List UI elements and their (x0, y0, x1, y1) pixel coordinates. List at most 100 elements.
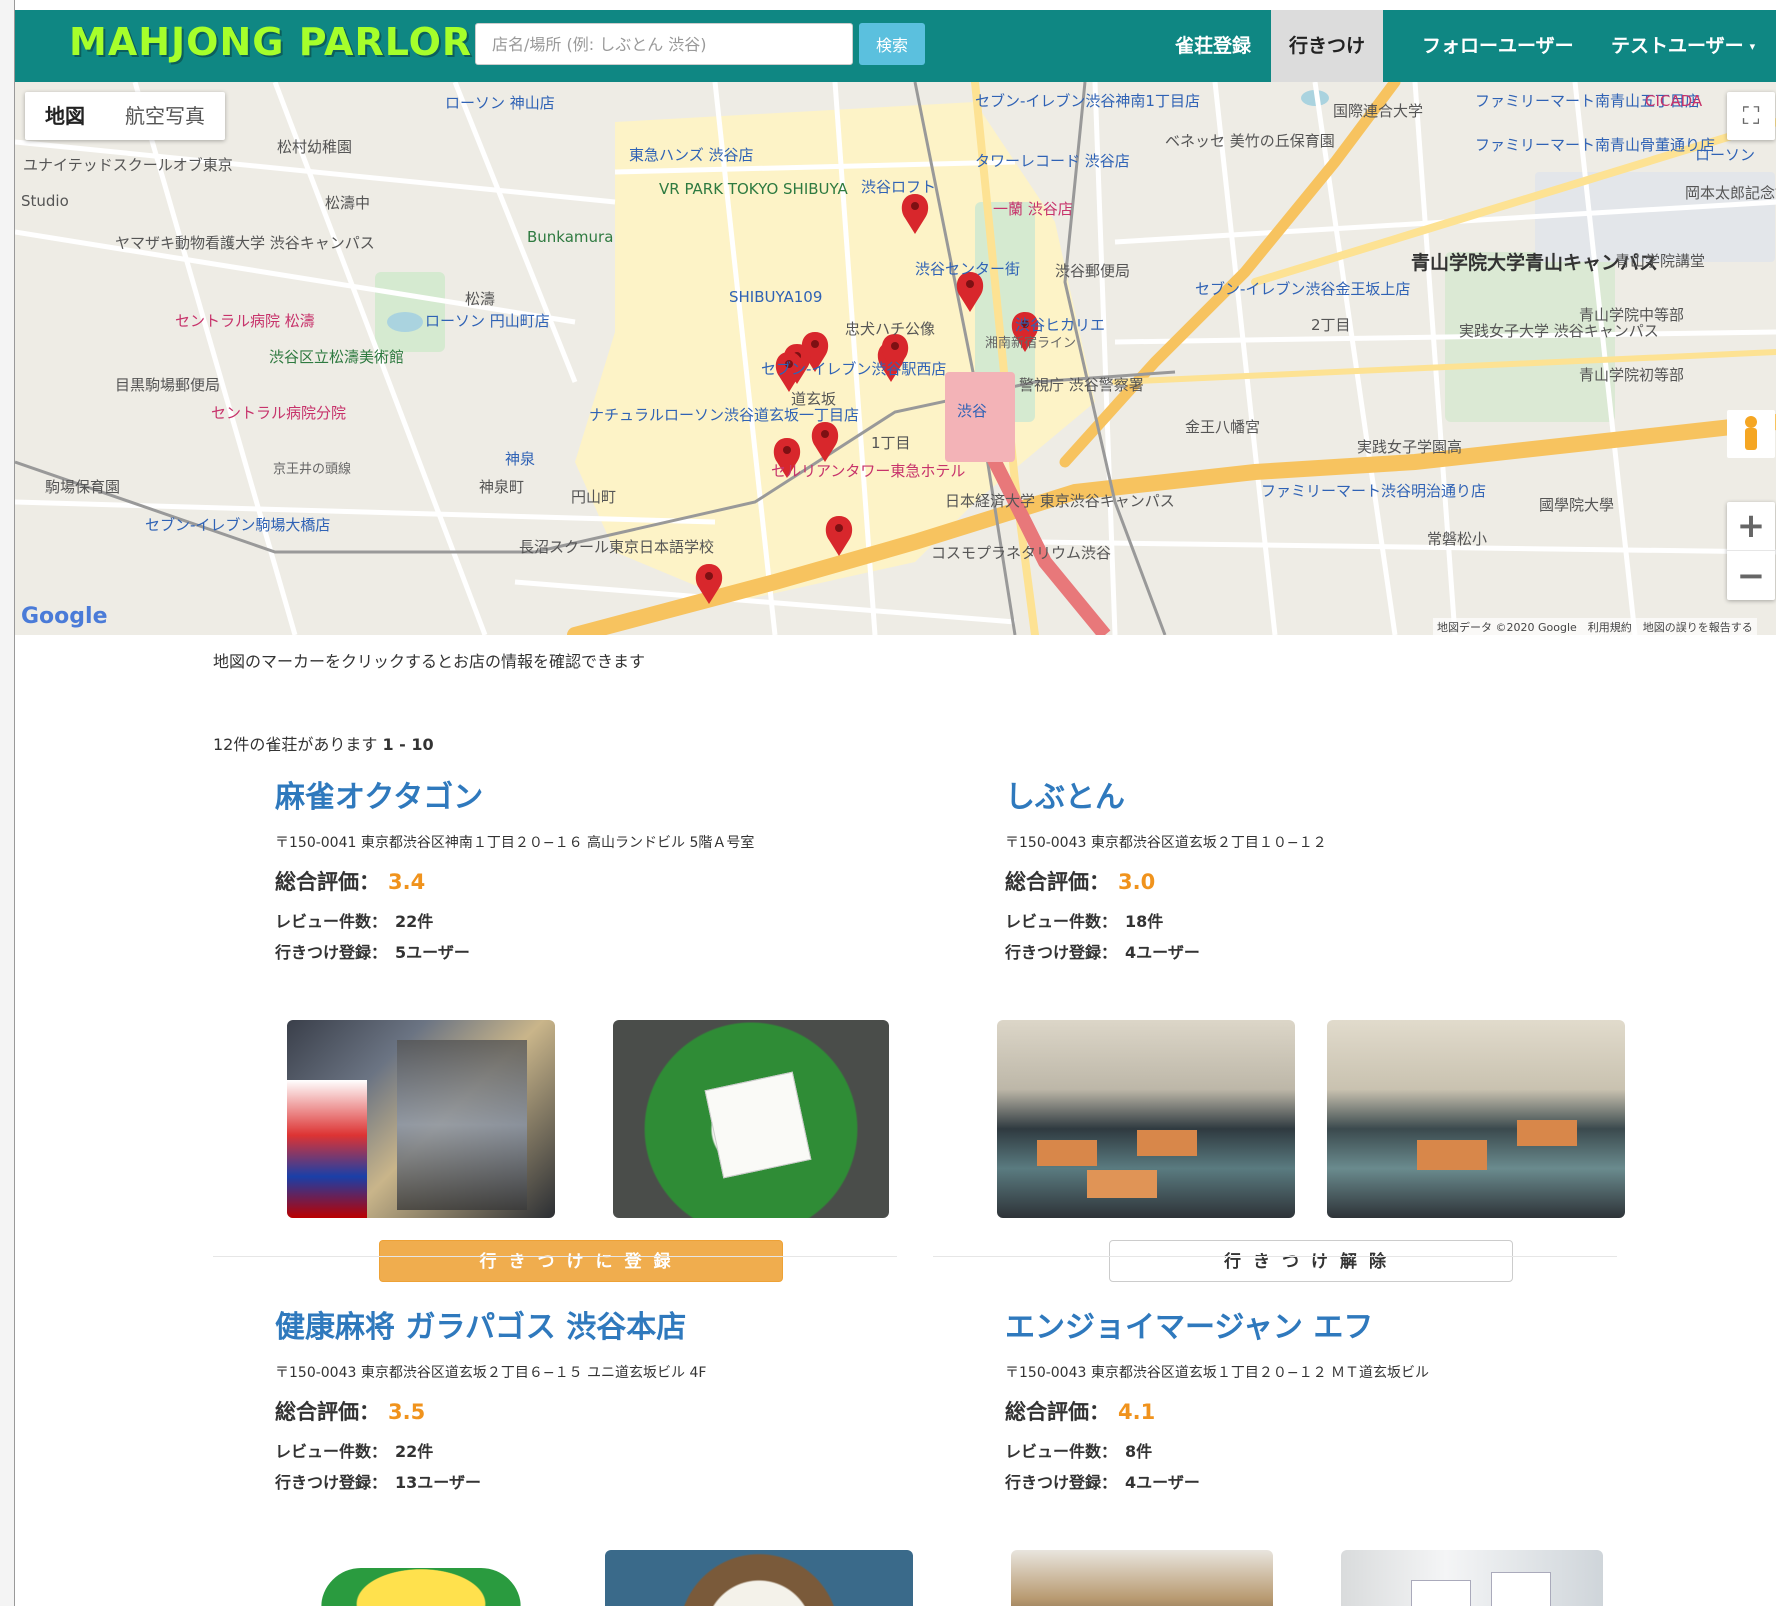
regulars-count-value: 4ユーザー (1125, 943, 1200, 962)
regulars-count-label: 行きつけ登録： (1005, 1473, 1118, 1492)
shop-logo-image[interactable] (303, 1550, 533, 1606)
shop-photo[interactable] (1341, 1550, 1603, 1606)
shop-name-link[interactable]: しぶとん (1005, 772, 1623, 816)
rating-value: 3.0 (1118, 870, 1156, 894)
shop-stats: レビュー件数： 8件 行きつけ登録： 4ユーザー (1005, 1436, 1623, 1498)
page-frame: MAHJONG PARLOR 検索 雀荘登録 行きつけ フォローユーザー テスト… (14, 0, 1776, 1606)
map-label: Studio (21, 192, 69, 210)
shop-photo[interactable] (287, 1020, 555, 1218)
map-label: 長沼スクール東京日本語学校 (519, 538, 715, 556)
map-label: 日本経済大学 東京渋谷キャンパス (945, 492, 1175, 510)
divider (213, 1256, 897, 1257)
register-regular-button[interactable]: 行きつけに登録 (379, 1240, 783, 1282)
shop-photo[interactable] (997, 1020, 1295, 1218)
map-label: 湘南新宿ライン (985, 336, 1077, 351)
review-count-value: 8件 (1125, 1442, 1153, 1461)
nav-regulars-label: 行きつけ (1289, 35, 1366, 57)
rating-value: 3.5 (388, 1400, 426, 1424)
shop-name-link[interactable]: 健康麻将 ガラパゴス 渋谷本店 (275, 1302, 893, 1346)
review-count: レビュー件数： 18件 (1005, 906, 1623, 937)
shop-rating: 総合評価： 3.0 (1005, 866, 1623, 896)
map-label: 京王井の頭線 (273, 462, 352, 477)
shop-address: 〒150-0041 東京都渋谷区神南１丁目２０−１６ 高山ランドビル 5階Ａ号室 (275, 835, 755, 851)
map-label: 青山学院中等部 (1579, 306, 1685, 324)
map-label: セブン-イレブン渋谷神南1丁目店 (975, 92, 1200, 110)
nav-user-menu-label: テストユーザー (1611, 35, 1744, 57)
map[interactable]: 地図 航空写真 ⛶ + − Google 地図データ ©2020 Google … (15, 82, 1776, 635)
regulars-count-label: 行きつけ登録： (1005, 943, 1118, 962)
map-hint: 地図のマーカーをクリックするとお店の情報を確認できます (213, 652, 646, 671)
zoom-out-icon[interactable]: − (1727, 551, 1775, 600)
shop-photo[interactable] (1327, 1020, 1625, 1218)
site-logo[interactable]: MAHJONG PARLOR (69, 20, 472, 64)
map-label: 渋谷ロフト (861, 178, 937, 196)
result-range: 1 - 10 (382, 735, 434, 754)
review-count-label: レビュー件数： (1005, 912, 1118, 931)
map-label: CICADA (1645, 92, 1703, 110)
map-label: ファミリーマート南青山骨董通り店 (1475, 136, 1716, 154)
review-count-label: レビュー件数： (275, 1442, 388, 1461)
shop-stats: レビュー件数： 22件 行きつけ登録： 5ユーザー (275, 906, 893, 968)
search-input[interactable] (475, 23, 853, 65)
regulars-count-label: 行きつけ登録： (275, 1473, 388, 1492)
map-label: 松村幼稚園 (277, 138, 353, 156)
map-label: 青山学院初等部 (1579, 366, 1685, 384)
search-button[interactable]: 検索 (859, 23, 925, 65)
map-label: 渋谷センター街 (915, 260, 1021, 278)
regulars-count: 行きつけ登録： 13ユーザー (275, 1467, 893, 1498)
map-label: ファミリーマート渋谷明治通り店 (1261, 482, 1487, 500)
shop-card: 麻雀オクタゴン 〒150-0041 東京都渋谷区神南１丁目２０−１６ 高山ランド… (213, 772, 893, 1292)
map-label: ローソン 神山店 (445, 94, 555, 112)
nav-follow-users-label: フォローユーザー (1422, 35, 1574, 57)
shop-address: 〒150-0043 東京都渋谷区道玄坂１丁目２０−１２ ＭＴ道玄坂ビル (1005, 1365, 1430, 1381)
shop-name-link[interactable]: 麻雀オクタゴン (275, 772, 893, 816)
nav-register-parlor[interactable]: 雀荘登録 (1157, 10, 1269, 82)
review-count-label: レビュー件数： (1005, 1442, 1118, 1461)
regulars-count: 行きつけ登録： 5ユーザー (275, 937, 893, 968)
map-label: 警視庁 渋谷警察署 (1019, 376, 1144, 394)
regulars-count-value: 4ユーザー (1125, 1473, 1200, 1492)
nav-user-menu[interactable]: テストユーザー ▾ (1593, 10, 1773, 82)
zoom-in-icon[interactable]: + (1727, 502, 1775, 551)
map-label: ローソン 円山町店 (425, 312, 550, 330)
divider (933, 1256, 1617, 1257)
regulars-count-label: 行きつけ登録： (275, 943, 388, 962)
map-label: 国際連合大学 (1333, 102, 1424, 120)
review-count: レビュー件数： 22件 (275, 1436, 893, 1467)
shop-photo[interactable] (613, 1020, 889, 1218)
rating-label: 総合評価： (1005, 870, 1110, 894)
shop-photos (213, 1020, 893, 1218)
map-type-control: 地図 航空写真 (25, 92, 225, 140)
map-label: タワーレコード 渋谷店 (975, 152, 1130, 170)
map-label: セントラル病院分院 (211, 404, 347, 422)
shop-address: 〒150-0043 東京都渋谷区道玄坂２丁目６−１５ ユニ道玄坂ビル 4F (275, 1365, 707, 1381)
unregister-regular-button[interactable]: 行きつけ解除 (1109, 1240, 1513, 1282)
nav-follow-users[interactable]: フォローユーザー (1404, 10, 1592, 82)
shop-rating: 総合評価： 3.4 (275, 866, 893, 896)
zoom-control: + − (1727, 502, 1775, 600)
nav-regulars[interactable]: 行きつけ (1271, 10, 1384, 82)
map-label: 2丁目 (1311, 316, 1351, 334)
shop-name-link[interactable]: エンジョイマージャン エフ (1005, 1302, 1623, 1346)
map-label: 道玄坂 (791, 390, 837, 408)
map-label: 常磐松小 (1427, 530, 1488, 548)
fullscreen-icon[interactable]: ⛶ (1727, 92, 1775, 140)
shop-rating: 総合評価： 3.5 (275, 1396, 893, 1426)
review-count-value: 18件 (1125, 912, 1164, 931)
map-attribution[interactable]: 地図データ ©2020 Google 利用規約 地図の誤りを報告する (1433, 618, 1757, 635)
map-label: 目黒駒場郵便局 (115, 376, 221, 394)
shop-photo[interactable] (605, 1550, 913, 1606)
shop-photo[interactable] (1011, 1550, 1273, 1606)
map-type-satellite[interactable]: 航空写真 (105, 92, 225, 140)
shop-card: 健康麻将 ガラパゴス 渋谷本店 〒150-0043 東京都渋谷区道玄坂２丁目６−… (213, 1302, 913, 1606)
map-label: 忠犬ハチ公像 (845, 320, 936, 338)
map-label: 渋谷 (957, 402, 988, 420)
shop-card: エンジョイマージャン エフ 〒150-0043 東京都渋谷区道玄坂１丁目２０−１… (943, 1302, 1623, 1606)
rating-label: 総合評価： (1005, 1400, 1110, 1424)
map-label: ローソン (1695, 146, 1756, 164)
map-label: SHIBUYA109 (729, 288, 823, 306)
map-label: 國學院大學 (1539, 496, 1615, 514)
map-label: コスモプラネタリウム渋谷 (931, 544, 1112, 562)
map-type-map[interactable]: 地図 (25, 92, 105, 140)
map-label: 神泉町 (479, 478, 525, 496)
